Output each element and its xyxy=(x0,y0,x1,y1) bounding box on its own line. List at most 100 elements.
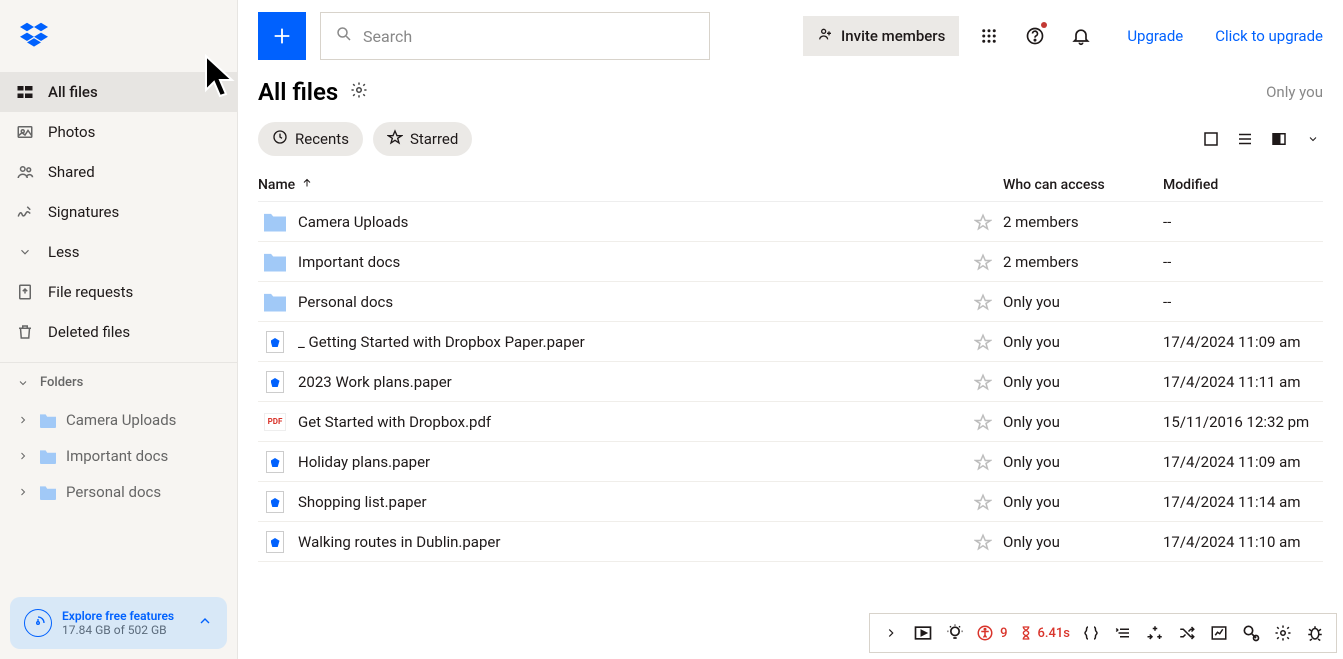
file-name-cell[interactable]: Shopping list.paper xyxy=(258,491,963,513)
help-icon xyxy=(1025,26,1045,46)
person-add-icon xyxy=(817,26,833,46)
braces-icon[interactable] xyxy=(1080,622,1102,644)
star-button[interactable] xyxy=(963,293,1003,311)
gear-icon[interactable] xyxy=(1272,622,1294,644)
view-options-button[interactable] xyxy=(1303,129,1323,149)
star-button[interactable] xyxy=(963,413,1003,431)
nav-deleted-files[interactable]: Deleted files xyxy=(0,312,237,352)
col-name-header[interactable]: Name xyxy=(258,177,963,193)
nav-all-files[interactable]: All files xyxy=(0,72,237,112)
file-name-cell[interactable]: Important docs xyxy=(258,251,963,273)
grid-view-button[interactable] xyxy=(1201,129,1221,149)
file-name-cell[interactable]: Personal docs xyxy=(258,291,963,313)
star-button[interactable] xyxy=(963,253,1003,271)
shared-folder-icon xyxy=(264,212,286,232)
star-icon xyxy=(974,493,992,511)
file-table: Name Who can access Modified Camera Uplo… xyxy=(238,168,1343,562)
star-button[interactable] xyxy=(963,373,1003,391)
star-button[interactable] xyxy=(963,333,1003,351)
table-row[interactable]: Shopping list.paperOnly you17/4/2024 11:… xyxy=(258,482,1323,522)
nav-signatures-label: Signatures xyxy=(48,203,119,221)
nav-less[interactable]: Less xyxy=(0,232,237,272)
primary-nav: All files Photos Shared Signatures Less … xyxy=(0,72,237,362)
bug-icon[interactable] xyxy=(1304,622,1326,644)
chevron-right-icon[interactable] xyxy=(880,622,902,644)
paper-doc-icon xyxy=(266,531,284,553)
star-icon xyxy=(974,213,992,231)
file-name-cell[interactable]: Walking routes in Dublin.paper xyxy=(258,531,963,553)
table-row[interactable]: Walking routes in Dublin.paperOnly you17… xyxy=(258,522,1323,562)
modified-cell: 17/4/2024 11:11 am xyxy=(1163,373,1323,391)
col-access-header[interactable]: Who can access xyxy=(1003,177,1163,193)
nav-photos[interactable]: Photos xyxy=(0,112,237,152)
bell-icon xyxy=(1071,26,1091,46)
table-row[interactable]: _ Getting Started with Dropbox Paper.pap… xyxy=(258,322,1323,362)
star-button[interactable] xyxy=(963,493,1003,511)
file-name-cell[interactable]: 2023 Work plans.paper xyxy=(258,371,963,393)
paper-doc-icon xyxy=(266,451,284,473)
star-button[interactable] xyxy=(963,213,1003,231)
inspect-icon[interactable] xyxy=(1240,622,1262,644)
timer-button[interactable]: 6.41s xyxy=(1018,625,1070,641)
list-view-button[interactable] xyxy=(1235,129,1255,149)
video-icon[interactable] xyxy=(912,622,934,644)
star-button[interactable] xyxy=(963,453,1003,471)
nav-all-files-label: All files xyxy=(48,83,98,101)
col-modified-header[interactable]: Modified xyxy=(1163,177,1323,193)
help-button[interactable] xyxy=(1019,20,1051,52)
paper-doc-icon xyxy=(266,491,284,513)
file-name-label: Holiday plans.paper xyxy=(298,453,430,471)
pdf-icon: PDF xyxy=(264,413,286,431)
table-row[interactable]: PDFGet Started with Dropbox.pdfOnly you1… xyxy=(258,402,1323,442)
invite-label: Invite members xyxy=(841,27,945,45)
table-row[interactable]: Holiday plans.paperOnly you17/4/2024 11:… xyxy=(258,442,1323,482)
file-name-cell[interactable]: _ Getting Started with Dropbox Paper.pap… xyxy=(258,331,963,353)
search-box[interactable] xyxy=(320,12,710,60)
list-icon[interactable] xyxy=(1112,622,1134,644)
sparkle-icon[interactable] xyxy=(1144,622,1166,644)
table-row[interactable]: Camera Uploads2 members-- xyxy=(258,202,1323,242)
star-button[interactable] xyxy=(963,533,1003,551)
star-icon xyxy=(974,333,992,351)
chart-icon[interactable] xyxy=(1208,622,1230,644)
folder-tree-item[interactable]: Personal docs xyxy=(0,474,237,510)
folder-tree-item[interactable]: Camera Uploads xyxy=(0,402,237,438)
nav-shared[interactable]: Shared xyxy=(0,152,237,192)
bulb-icon[interactable] xyxy=(944,622,966,644)
star-icon xyxy=(974,533,992,551)
upgrade-link[interactable]: Upgrade xyxy=(1127,27,1183,45)
search-input[interactable] xyxy=(363,27,695,46)
shared-folder-icon xyxy=(264,252,286,272)
apps-grid-button[interactable] xyxy=(973,20,1005,52)
a11y-button[interactable]: 9 xyxy=(976,624,1007,642)
add-button[interactable] xyxy=(258,12,306,60)
table-row[interactable]: Important docs2 members-- xyxy=(258,242,1323,282)
notification-dot xyxy=(1041,22,1047,28)
star-icon xyxy=(974,373,992,391)
nav-file-requests[interactable]: File requests xyxy=(0,272,237,312)
folders-header[interactable]: Folders xyxy=(0,362,237,402)
promo-text: Explore free features 17.84 GB of 502 GB xyxy=(62,609,174,637)
access-cell: 2 members xyxy=(1003,253,1163,271)
plus-icon xyxy=(271,25,293,47)
nav-signatures[interactable]: Signatures xyxy=(0,192,237,232)
file-name-cell[interactable]: Holiday plans.paper xyxy=(258,451,963,473)
notifications-button[interactable] xyxy=(1065,20,1097,52)
file-name-cell[interactable]: PDFGet Started with Dropbox.pdf xyxy=(258,411,963,433)
nav-shared-label: Shared xyxy=(48,163,95,181)
promo-card[interactable]: Explore free features 17.84 GB of 502 GB xyxy=(10,597,227,649)
shuffle-icon[interactable] xyxy=(1176,622,1198,644)
settings-button[interactable] xyxy=(350,81,368,103)
click-to-upgrade-link[interactable]: Click to upgrade xyxy=(1215,27,1323,45)
starred-chip[interactable]: Starred xyxy=(373,122,472,156)
folder-icon xyxy=(40,412,56,428)
recents-chip[interactable]: Recents xyxy=(258,122,363,156)
panel-view-button[interactable] xyxy=(1269,129,1289,149)
table-row[interactable]: Personal docsOnly you-- xyxy=(258,282,1323,322)
shared-icon xyxy=(16,163,34,181)
file-name-cell[interactable]: Camera Uploads xyxy=(258,211,963,233)
folder-tree-item[interactable]: Important docs xyxy=(0,438,237,474)
invite-members-button[interactable]: Invite members xyxy=(803,16,959,56)
table-row[interactable]: 2023 Work plans.paperOnly you17/4/2024 1… xyxy=(258,362,1323,402)
filter-bar: Recents Starred xyxy=(238,110,1343,168)
